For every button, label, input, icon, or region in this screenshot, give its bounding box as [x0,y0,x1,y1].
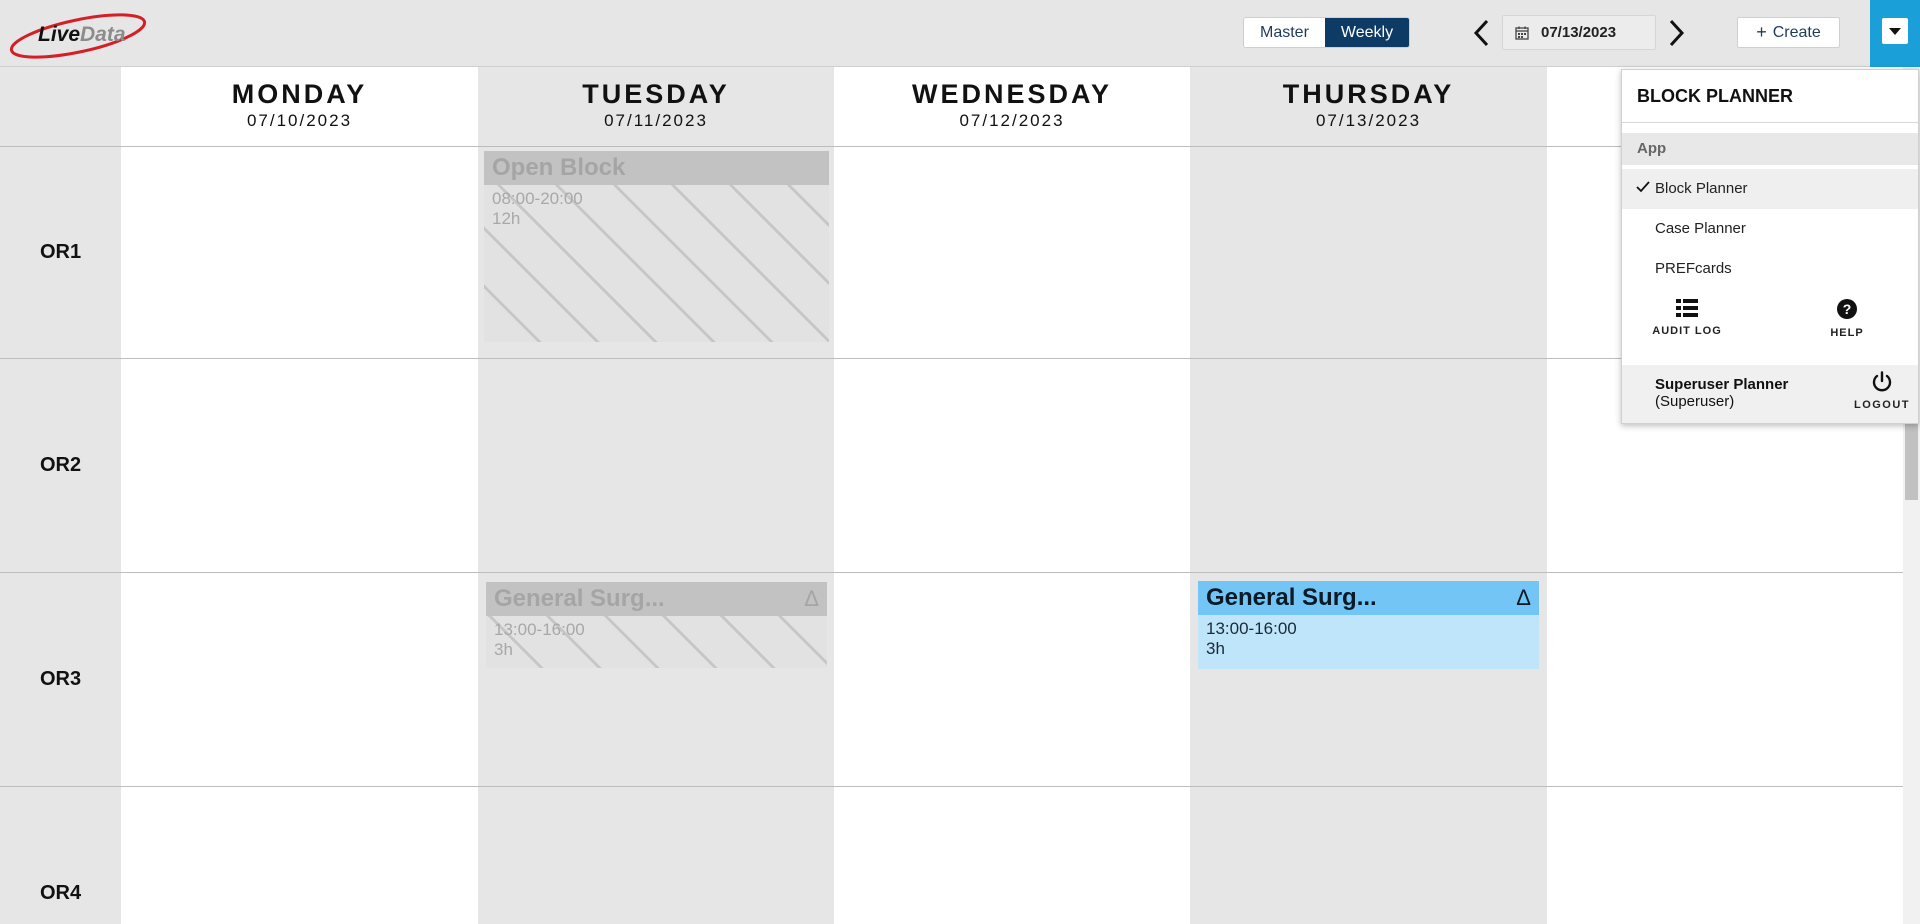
app-menu-dropdown: BLOCK PLANNER App Block Planner Case Pla… [1621,69,1919,424]
block-title: General Surg... Δ [486,582,827,616]
plus-icon: + [1756,22,1767,42]
help-icon: ? [1837,299,1857,319]
menu-section-app: App [1622,133,1918,165]
caret-down-icon [1882,18,1908,44]
block-duration: 12h [492,209,521,228]
day-name: TUESDAY [582,79,730,109]
create-button[interactable]: + Create [1737,17,1840,48]
menu-toggle-button[interactable] [1870,0,1920,67]
day-header-wednesday: WEDNESDAY 07/12/2023 [834,67,1190,146]
view-toggle: Master Weekly [1243,17,1411,48]
menu-icon-row: AUDIT LOG ? HELP [1622,289,1918,369]
block-duration: 3h [1206,639,1225,658]
livedata-logo: Live Data [9,13,147,59]
room-label-column [0,67,121,924]
calendar-grid: MONDAY 07/10/2023 TUESDAY 07/11/2023 WED… [0,67,1903,924]
menu-item-label: Case Planner [1655,220,1746,237]
menu-item-prefcards[interactable]: PREFcards [1622,249,1918,289]
help-label: HELP [1830,327,1864,339]
day-column-monday [121,67,478,924]
chevron-right-icon[interactable] [1664,18,1688,48]
general-surgery-block-tuesday[interactable]: General Surg... Δ 13:00-16:00 3h [486,582,827,668]
day-name: MONDAY [231,79,368,109]
audit-log-button[interactable]: AUDIT LOG [1642,299,1732,337]
delta-icon: Δ [804,586,819,611]
user-name: Superuser Planner [1655,376,1789,393]
day-date: 07/12/2023 [959,111,1065,130]
block-duration: 3h [494,640,513,659]
block-time: 08:00-20:00 [492,189,583,208]
day-header-tuesday: TUESDAY 07/11/2023 [478,67,834,146]
power-icon [1872,371,1892,392]
date-value: 07/13/2023 [1541,24,1617,41]
chevron-left-icon[interactable] [1470,18,1494,48]
menu-item-label: PREFcards [1655,260,1732,277]
block-time: 13:00-16:00 [1206,619,1297,638]
day-header-thursday: THURSDAY 07/13/2023 [1190,67,1547,146]
delta-icon: Δ [1516,585,1531,610]
scrollbar-thumb[interactable] [1905,412,1918,500]
user-section: Superuser Planner (Superuser) LOGOUT [1622,365,1918,423]
day-date: 07/11/2023 [604,111,708,130]
row-divider [0,572,1903,573]
weekly-view-button[interactable]: Weekly [1324,18,1410,47]
calendar-icon [1515,26,1529,40]
svg-text:?: ? [1843,301,1852,317]
day-column-wednesday [834,67,1190,924]
day-name: THURSDAY [1282,79,1455,109]
svg-text:Data: Data [80,23,126,46]
user-role: (Superuser) [1655,393,1735,410]
top-bar: Live Data Master Weekly 07/13/2023 + Cre… [0,0,1920,67]
master-view-button[interactable]: Master [1244,18,1325,47]
day-header-monday: MONDAY 07/10/2023 [121,67,478,146]
general-surgery-block-thursday[interactable]: General Surg... Δ 13:00-16:00 3h [1198,581,1539,669]
room-label-or1: OR1 [39,241,82,263]
menu-item-block-planner[interactable]: Block Planner [1622,169,1918,209]
room-label-or3: OR3 [39,668,82,690]
menu-item-case-planner[interactable]: Case Planner [1622,209,1918,249]
menu-title: BLOCK PLANNER [1622,70,1918,123]
create-label: Create [1772,23,1821,41]
menu-item-label: Block Planner [1655,180,1748,197]
block-title: Open Block [484,151,829,185]
logout-label: LOGOUT [1853,399,1911,411]
block-time: 13:00-16:00 [494,620,585,639]
date-picker[interactable]: 07/13/2023 [1502,15,1656,50]
audit-log-label: AUDIT LOG [1652,325,1722,337]
day-column-thursday [1190,67,1547,924]
row-divider [0,786,1903,787]
block-title: General Surg... Δ [1198,581,1539,615]
open-block[interactable]: Open Block 08:00-20:00 12h [484,151,829,342]
logout-button[interactable]: LOGOUT [1852,371,1912,411]
list-icon [1676,299,1698,317]
row-divider [0,358,1903,359]
row-divider [0,146,1903,147]
svg-text:Live: Live [38,23,80,46]
day-date: 07/13/2023 [1315,111,1422,130]
room-label-or4: OR4 [39,882,82,904]
day-name: WEDNESDAY [911,79,1113,109]
day-date: 07/10/2023 [246,111,353,130]
help-button[interactable]: ? HELP [1802,299,1892,339]
room-label-or2: OR2 [39,454,82,476]
check-icon [1636,169,1650,209]
